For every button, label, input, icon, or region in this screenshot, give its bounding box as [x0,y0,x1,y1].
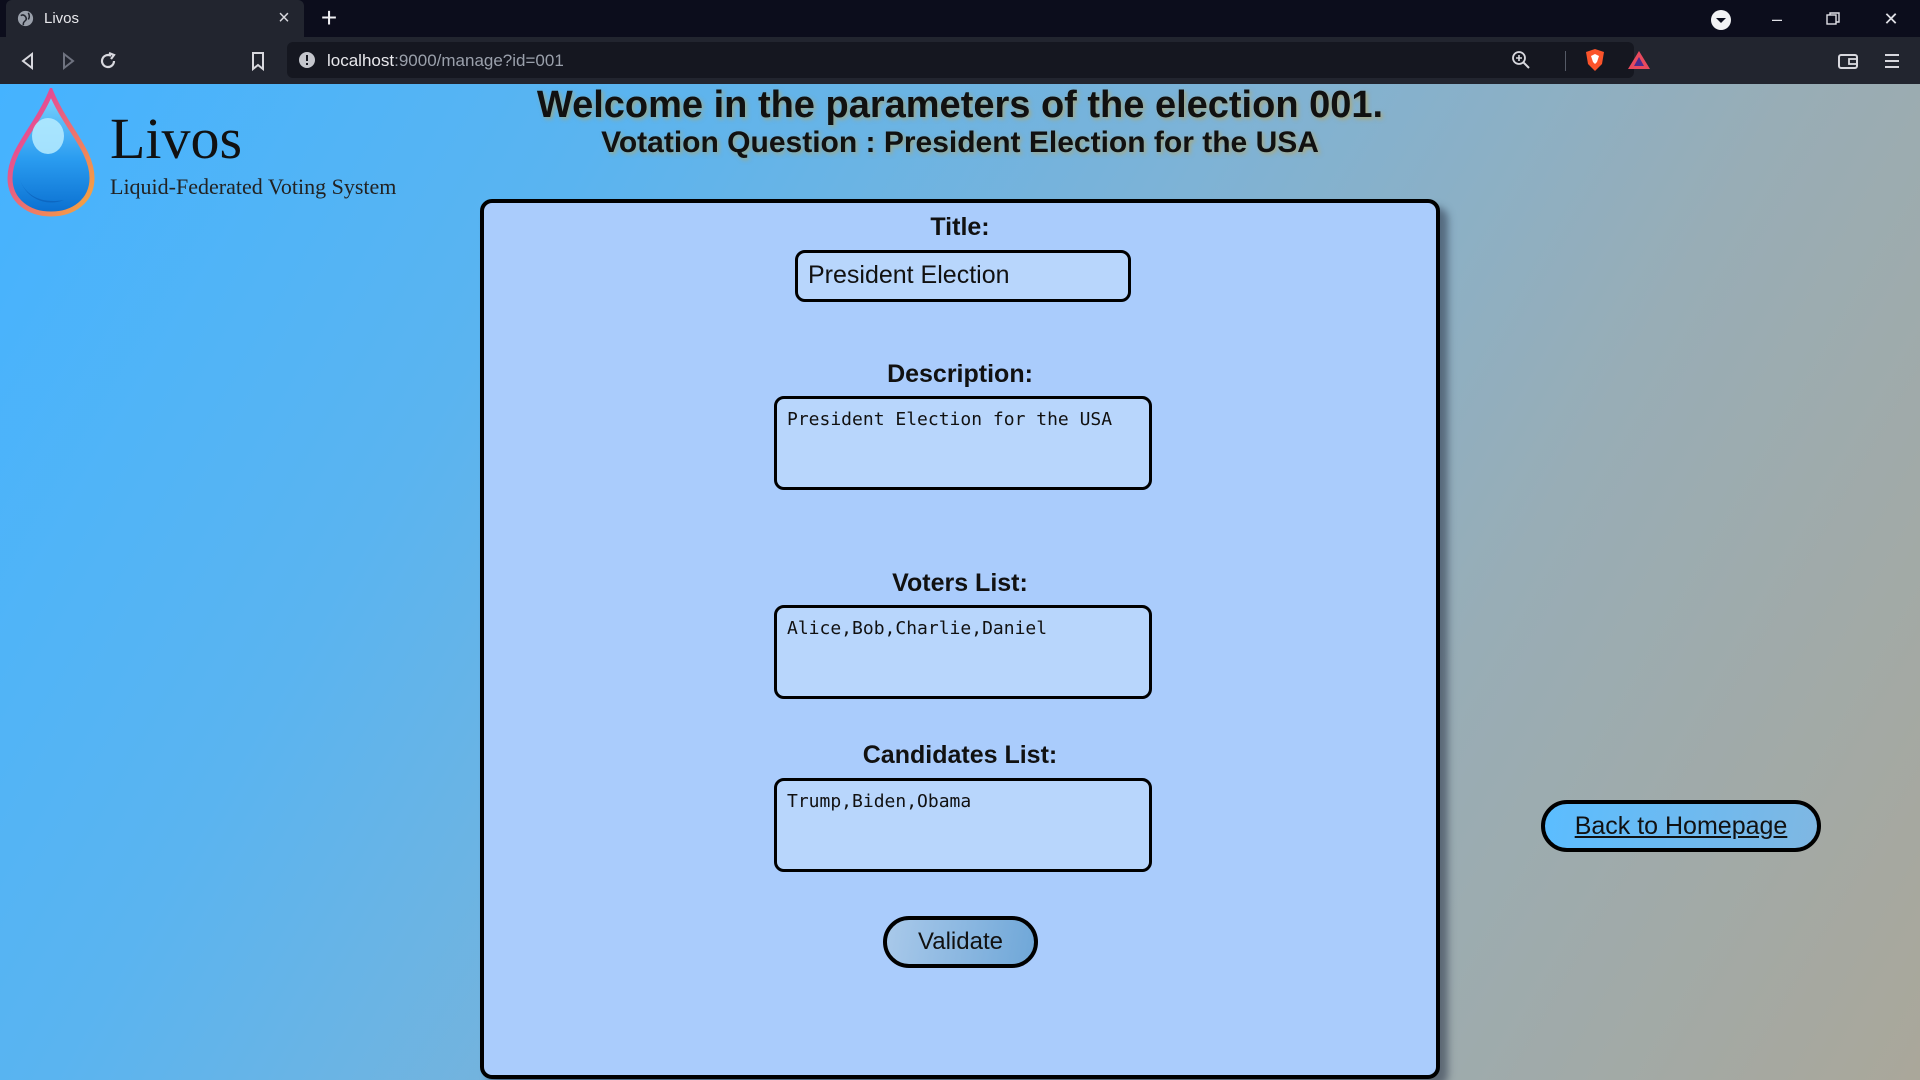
url-text[interactable]: localhost:9000/manage?id=001 [327,51,564,71]
page-subtitle: Votation Question : President Election f… [601,126,1319,159]
site-info-icon[interactable] [297,50,317,70]
voters-list-label: Voters List: [892,569,1028,597]
browser-toolbar: localhost:9000/manage?id=001 [0,37,1920,84]
globe-icon [17,10,34,27]
url-divider [1565,51,1566,71]
bookmark-icon[interactable] [244,47,272,75]
brave-menu-icon[interactable] [1709,8,1733,32]
browser-tab-bar: Livos × + – ✕ [0,0,1920,37]
browser-tab[interactable]: Livos × [6,0,304,37]
logo-tagline: Liquid-Federated Voting System [110,174,397,199]
url-path: :9000/manage?id=001 [394,51,564,70]
description-textarea[interactable]: President Election for the USA [774,396,1152,490]
election-parameters-form: Title: President Election Description: P… [480,199,1440,1079]
voters-list-textarea[interactable]: Alice,Bob,Charlie,Daniel [774,605,1152,699]
close-tab-icon[interactable]: × [274,8,294,28]
new-tab-icon[interactable]: + [316,4,342,32]
restore-icon[interactable] [1815,6,1851,32]
description-label: Description: [887,360,1033,388]
brave-shield-icon[interactable] [1584,48,1606,72]
page-body: Livos Liquid-Federated Voting System Wel… [0,84,1920,1080]
candidates-list-label: Candidates List: [862,741,1058,769]
back-to-homepage-button[interactable]: Back to Homepage [1541,800,1821,852]
brave-rewards-icon[interactable] [1627,50,1651,70]
title-input[interactable]: President Election [795,250,1131,302]
menu-icon[interactable] [1878,47,1906,75]
forward-arrow-icon[interactable] [54,47,82,75]
minimize-icon[interactable]: – [1759,6,1795,32]
validate-button[interactable]: Validate [883,916,1038,968]
url-host: localhost [327,51,395,70]
reload-icon[interactable] [94,47,122,75]
wallet-icon[interactable] [1834,47,1862,75]
close-window-icon[interactable]: ✕ [1873,6,1909,32]
tab-title: Livos [44,10,80,27]
candidates-list-textarea[interactable]: Trump,Biden,Obama [774,778,1152,872]
address-bar[interactable]: localhost:9000/manage?id=001 [287,42,1650,78]
back-arrow-icon[interactable] [14,47,42,75]
title-label: Title: [930,213,990,241]
zoom-icon[interactable] [1511,50,1531,70]
page-title-text: Welcome in the parameters of the electio… [536,84,1384,126]
